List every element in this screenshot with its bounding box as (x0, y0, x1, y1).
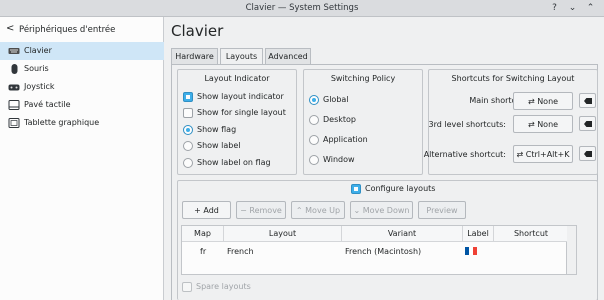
sidebar-item-joystick[interactable]: Joystick (0, 78, 164, 96)
checkbox-label: Show layout indicator (197, 92, 284, 101)
radio-label: Show label on flag (197, 158, 271, 167)
radio[interactable] (309, 95, 319, 105)
arrow-up-icon: ⌃ (295, 206, 306, 215)
shortcuts-group: Shortcuts for Switching Layout Main shor… (424, 69, 598, 175)
keyboard-shortcut-icon: ⇄ (527, 120, 538, 129)
radio-label: Show flag (197, 125, 237, 134)
tab-advanced[interactable]: Advanced (265, 48, 311, 65)
minus-icon: − (240, 206, 250, 215)
sidebar-item-label: Joystick (24, 82, 55, 91)
button-label: None (537, 97, 559, 106)
radio-label: Global (323, 95, 349, 104)
plus-icon: + (194, 206, 204, 215)
keyboard-icon (8, 46, 20, 56)
cell-map: fr (200, 247, 207, 256)
french-flag-icon (465, 247, 477, 255)
sidebar-item-label: Tablette graphique (24, 118, 100, 127)
switching-policy-group: Switching Policy Global Desktop Applicat… (303, 69, 423, 175)
checkbox[interactable] (351, 184, 361, 194)
layouts-table: Map Layout Variant Label Shortcut fr Fre… (181, 225, 568, 275)
column-header-variant[interactable]: Variant (342, 226, 463, 242)
tab-layouts[interactable]: Layouts (220, 48, 263, 65)
alternative-shortcut-label: Alternative shortcut: (423, 150, 506, 159)
checkbox[interactable] (183, 108, 193, 118)
cell-variant: French (Macintosh) (345, 247, 422, 256)
page-title: Clavier (171, 22, 224, 40)
button-label: Ctrl+Alt+K (525, 150, 570, 159)
group-title: Shortcuts for Switching Layout (451, 74, 575, 83)
sidebar-item-tablette-graphique[interactable]: Tablette graphique (0, 114, 164, 132)
window-title: Clavier — System Settings (245, 3, 359, 13)
sidebar-title: Périphériques d'entrée (19, 25, 116, 35)
button-label: None (537, 120, 559, 129)
column-header-map[interactable]: Map (182, 226, 224, 242)
keyboard-shortcut-icon: ⇄ (516, 150, 526, 159)
move-up-button[interactable]: ⌃ Move Up (291, 201, 345, 219)
sidebar-item-souris[interactable]: Souris (0, 60, 164, 78)
third-level-shortcuts-button[interactable]: ⇄ None (513, 115, 573, 133)
sidebar-item-clavier[interactable]: Clavier (0, 42, 164, 60)
sidebar-item-pave-tactile[interactable]: Pavé tactile (0, 96, 164, 114)
move-down-button[interactable]: ⌄ Move Down (350, 201, 413, 219)
column-header-layout[interactable]: Layout (224, 226, 342, 242)
sidebar-item-label: Souris (24, 64, 49, 73)
preview-button[interactable]: Preview (418, 201, 466, 219)
button-label: Add (203, 206, 219, 215)
alternative-shortcut-button[interactable]: ⇄ Ctrl+Alt+K (513, 145, 573, 163)
radio[interactable] (183, 125, 193, 135)
radio-label: Show label (197, 141, 241, 150)
checkbox-label: Show for single layout (197, 108, 286, 117)
radio[interactable] (183, 158, 193, 168)
add-button[interactable]: + Add (182, 201, 231, 219)
gamepad-icon (8, 82, 20, 92)
help-icon[interactable]: ? (549, 3, 560, 14)
button-label: Remove (249, 206, 282, 215)
clear-alternative-shortcut-button[interactable] (579, 146, 596, 161)
sidebar: < Périphériques d'entrée Clavier Souris … (0, 17, 164, 300)
back-icon[interactable]: < (6, 23, 14, 34)
checkbox-label: Configure layouts (365, 184, 436, 193)
radio[interactable] (309, 115, 319, 125)
third-level-shortcuts-label: 3rd level shortcuts: (428, 120, 506, 129)
radio-label: Application (323, 135, 368, 144)
radio[interactable] (183, 141, 193, 151)
button-label: Move Down (362, 206, 410, 215)
mouse-icon (8, 64, 20, 74)
title-bar: Clavier — System Settings ? ⌄ ⌃ (0, 0, 604, 17)
cell-layout: French (227, 247, 254, 256)
tablet-icon (8, 118, 20, 128)
tab-hardware[interactable]: Hardware (171, 48, 218, 65)
remove-button[interactable]: − Remove (236, 201, 286, 219)
radio[interactable] (309, 155, 319, 165)
minimize-icon[interactable]: ⌄ (567, 3, 578, 14)
group-title: Switching Policy (330, 74, 396, 83)
keyboard-shortcut-icon: ⇄ (527, 97, 538, 106)
maximize-icon[interactable]: ⌃ (585, 3, 596, 14)
arrow-down-icon: ⌄ (353, 206, 363, 215)
radio[interactable] (309, 135, 319, 145)
radio-label: Desktop (323, 115, 356, 124)
checkbox[interactable] (182, 282, 192, 292)
main-shortcuts-button[interactable]: ⇄ None (513, 92, 573, 110)
sidebar-header: < Périphériques d'entrée (0, 17, 164, 42)
clear-main-shortcut-button[interactable] (579, 93, 596, 108)
radio-label: Window (323, 155, 355, 164)
sidebar-item-label: Pavé tactile (24, 100, 71, 109)
layout-indicator-group: Layout Indicator Show layout indicator S… (177, 69, 297, 175)
column-header-shortcut[interactable]: Shortcut (494, 226, 568, 242)
touchpad-icon (8, 100, 20, 110)
checkbox-label: Spare layouts (196, 282, 251, 291)
checkbox[interactable] (183, 92, 193, 102)
button-label: Move Up (305, 206, 341, 215)
group-title: Layout Indicator (204, 74, 270, 83)
table-scrollbar[interactable] (567, 225, 577, 275)
column-header-label[interactable]: Label (463, 226, 494, 242)
sidebar-item-label: Clavier (24, 46, 52, 55)
clear-third-level-shortcut-button[interactable] (579, 116, 596, 131)
